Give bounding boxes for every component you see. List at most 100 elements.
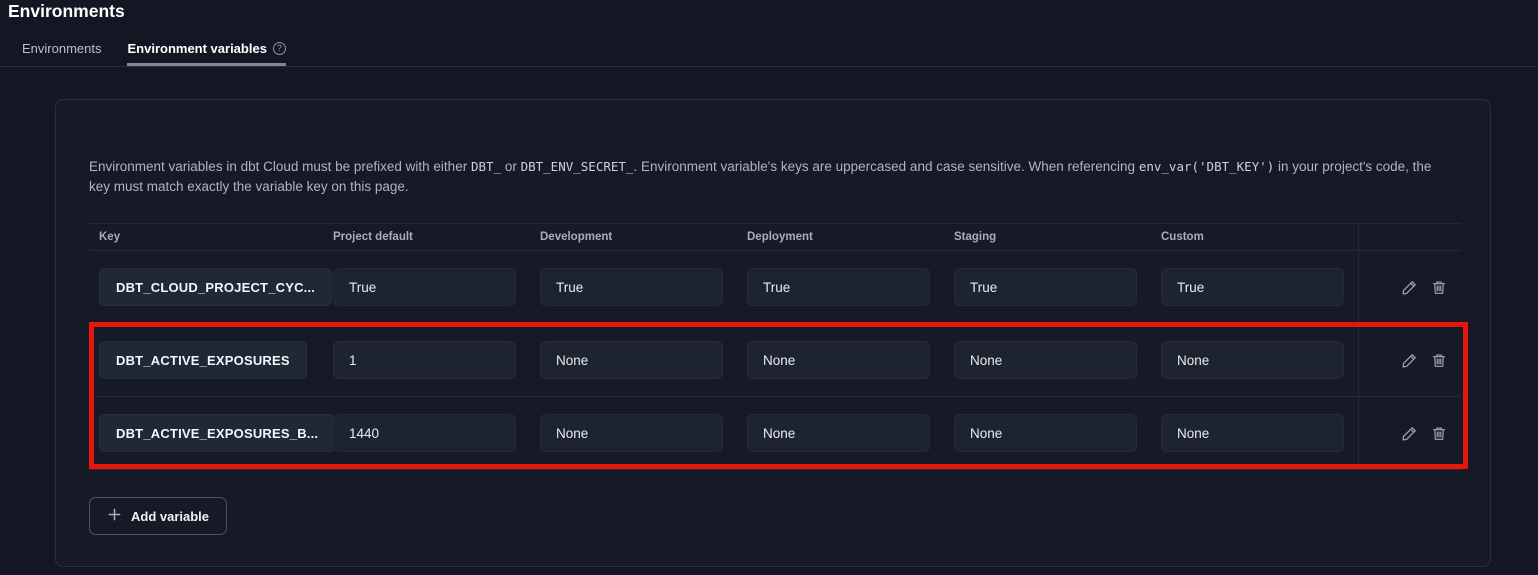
variable-value-pill: True bbox=[954, 268, 1137, 306]
description-text: Environment variables in dbt Cloud must … bbox=[89, 159, 471, 174]
variable-value: None bbox=[556, 426, 588, 441]
pencil-icon bbox=[1401, 425, 1418, 442]
value-cell: True bbox=[737, 251, 944, 323]
pencil-icon bbox=[1401, 352, 1418, 369]
value-cell: 1 bbox=[323, 324, 530, 396]
variable-key-pill: DBT_CLOUD_PROJECT_CYC... bbox=[99, 268, 332, 306]
delete-variable-button[interactable] bbox=[1430, 424, 1448, 442]
value-cell: None bbox=[1151, 324, 1358, 396]
value-cell: None bbox=[944, 324, 1151, 396]
environment-variables-panel: Environment variables in dbt Cloud must … bbox=[55, 99, 1491, 567]
delete-variable-button[interactable] bbox=[1430, 351, 1448, 369]
variable-key: DBT_CLOUD_PROJECT_CYC... bbox=[116, 280, 315, 295]
key-cell: DBT_ACTIVE_EXPOSURES_B... bbox=[89, 397, 323, 469]
column-header-development: Development bbox=[530, 231, 737, 243]
header-bar: Environments Environments Environment va… bbox=[0, 0, 1538, 67]
tab-label: Environment variables bbox=[127, 41, 266, 56]
variable-key: DBT_ACTIVE_EXPOSURES bbox=[116, 353, 290, 368]
variable-value-pill: True bbox=[333, 268, 516, 306]
variable-value: True bbox=[763, 280, 790, 295]
plus-icon bbox=[107, 507, 122, 525]
help-icon[interactable]: ? bbox=[273, 42, 286, 55]
table-row: DBT_ACTIVE_EXPOSURES 1 None None None None bbox=[89, 324, 1461, 397]
variable-value: 1 bbox=[349, 353, 357, 368]
delete-variable-button[interactable] bbox=[1430, 278, 1448, 296]
table-row: DBT_CLOUD_PROJECT_CYC... True True True Tru… bbox=[89, 251, 1461, 324]
column-header-deployment: Deployment bbox=[737, 231, 944, 243]
variable-key-pill: DBT_ACTIVE_EXPOSURES bbox=[99, 341, 307, 379]
variable-value: True bbox=[556, 280, 583, 295]
trash-icon bbox=[1431, 425, 1447, 442]
variable-value: None bbox=[556, 353, 588, 368]
row-actions bbox=[1358, 251, 1461, 323]
edit-variable-button[interactable] bbox=[1400, 278, 1418, 296]
variable-value: 1440 bbox=[349, 426, 379, 441]
table-header-row: KeyProject defaultDevelopmentDeploymentS… bbox=[89, 224, 1461, 251]
variable-value-pill: None bbox=[1161, 414, 1344, 452]
variable-value: None bbox=[1177, 426, 1209, 441]
value-cell: None bbox=[737, 397, 944, 469]
column-header-project-default: Project default bbox=[323, 231, 530, 243]
variable-value: None bbox=[970, 353, 1002, 368]
variable-value-pill: None bbox=[747, 414, 930, 452]
page-title: Environments bbox=[8, 1, 125, 22]
variable-value-pill: None bbox=[747, 341, 930, 379]
description-code: DBT_ENV_SECRET_ bbox=[521, 159, 634, 174]
value-cell: True bbox=[323, 251, 530, 323]
edit-variable-button[interactable] bbox=[1400, 424, 1418, 442]
tab-environment-variables[interactable]: Environment variables ? bbox=[127, 41, 285, 66]
variable-value: True bbox=[349, 280, 376, 295]
variable-value-pill: True bbox=[747, 268, 930, 306]
description-code: DBT_ bbox=[471, 159, 501, 174]
variable-value: None bbox=[970, 426, 1002, 441]
value-cell: None bbox=[944, 397, 1151, 469]
value-cell: True bbox=[1151, 251, 1358, 323]
value-cell: True bbox=[530, 251, 737, 323]
variable-value-pill: None bbox=[954, 414, 1137, 452]
variables-table: KeyProject defaultDevelopmentDeploymentS… bbox=[89, 223, 1461, 470]
variable-value-pill: True bbox=[540, 268, 723, 306]
variable-value-pill: 1440 bbox=[333, 414, 516, 452]
variable-value-pill: None bbox=[954, 341, 1137, 379]
variable-value-pill: None bbox=[540, 414, 723, 452]
add-variable-button[interactable]: Add variable bbox=[89, 497, 227, 535]
column-header-custom: Custom bbox=[1151, 231, 1358, 243]
tab-label: Environments bbox=[22, 41, 101, 56]
trash-icon bbox=[1431, 352, 1447, 369]
value-cell: 1440 bbox=[323, 397, 530, 469]
row-actions bbox=[1358, 324, 1461, 396]
variable-key: DBT_ACTIVE_EXPOSURES_B... bbox=[116, 426, 318, 441]
variable-value-pill: None bbox=[1161, 341, 1344, 379]
variable-value: None bbox=[763, 426, 795, 441]
variable-value: True bbox=[970, 280, 997, 295]
key-cell: DBT_ACTIVE_EXPOSURES bbox=[89, 324, 323, 396]
edit-variable-button[interactable] bbox=[1400, 351, 1418, 369]
description-text: or bbox=[501, 159, 521, 174]
variable-value: None bbox=[1177, 353, 1209, 368]
variable-value-pill: True bbox=[1161, 268, 1344, 306]
value-cell: True bbox=[944, 251, 1151, 323]
pencil-icon bbox=[1401, 279, 1418, 296]
description: Environment variables in dbt Cloud must … bbox=[89, 157, 1455, 197]
variable-value: True bbox=[1177, 280, 1204, 295]
value-cell: None bbox=[737, 324, 944, 396]
add-variable-label: Add variable bbox=[131, 509, 209, 524]
value-cell: None bbox=[530, 397, 737, 469]
variable-value: None bbox=[763, 353, 795, 368]
tab-environments[interactable]: Environments bbox=[22, 41, 101, 66]
column-header-key: Key bbox=[89, 231, 323, 243]
description-text: . Environment variable's keys are upperc… bbox=[633, 159, 1138, 174]
table-row: DBT_ACTIVE_EXPOSURES_B... 1440 None None No… bbox=[89, 397, 1461, 470]
value-cell: None bbox=[530, 324, 737, 396]
column-header-staging: Staging bbox=[944, 231, 1151, 243]
row-actions bbox=[1358, 397, 1461, 469]
key-cell: DBT_CLOUD_PROJECT_CYC... bbox=[89, 251, 323, 323]
value-cell: None bbox=[1151, 397, 1358, 469]
tab-list: Environments Environment variables ? bbox=[22, 41, 286, 66]
variable-key-pill: DBT_ACTIVE_EXPOSURES_B... bbox=[99, 414, 335, 452]
variable-value-pill: None bbox=[540, 341, 723, 379]
trash-icon bbox=[1431, 279, 1447, 296]
description-code: env_var('DBT_KEY') bbox=[1139, 159, 1274, 174]
variable-value-pill: 1 bbox=[333, 341, 516, 379]
table-body: DBT_CLOUD_PROJECT_CYC... True True True Tru… bbox=[89, 251, 1461, 470]
